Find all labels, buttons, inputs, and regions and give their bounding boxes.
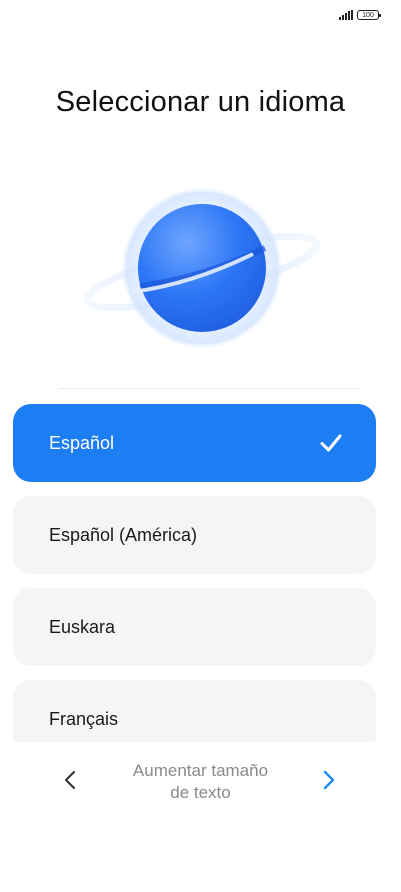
increase-text-size-label-line2: de texto [170, 783, 231, 802]
battery-icon: 100 [357, 10, 381, 20]
language-option-francais[interactable]: Français [13, 680, 376, 742]
signal-icon [339, 10, 353, 20]
language-option-euskara[interactable]: Euskara [13, 588, 376, 666]
bottom-navigation: Aumentar tamaño de texto [0, 756, 401, 816]
status-bar: 100 [339, 10, 381, 20]
language-label: Español [49, 432, 115, 453]
planet-icon [83, 186, 321, 350]
language-label: Euskara [49, 616, 116, 637]
language-list[interactable]: Español Español (América) Euskara França… [13, 404, 376, 742]
chevron-left-icon [65, 771, 75, 789]
checkmark-icon [320, 434, 342, 452]
language-label: Español (América) [49, 524, 198, 545]
next-button[interactable] [311, 762, 347, 798]
increase-text-size-label-line1: Aumentar tamaño [132, 761, 269, 780]
globe-illustration [80, 186, 330, 356]
battery-level: 100 [362, 11, 374, 19]
page-title: Seleccionar un idioma [55, 86, 346, 118]
chevron-right-icon [323, 770, 335, 790]
previous-button[interactable] [52, 762, 88, 798]
language-label: Français [49, 708, 119, 729]
language-selection-screen: 100 Seleccionar un idioma Español Españo… [0, 0, 401, 892]
divider [58, 388, 360, 389]
language-option-espanol[interactable]: Español [13, 404, 376, 482]
language-option-espanol-america[interactable]: Español (América) [13, 496, 376, 574]
increase-text-size-link[interactable]: Aumentar tamaño de texto [100, 760, 301, 804]
